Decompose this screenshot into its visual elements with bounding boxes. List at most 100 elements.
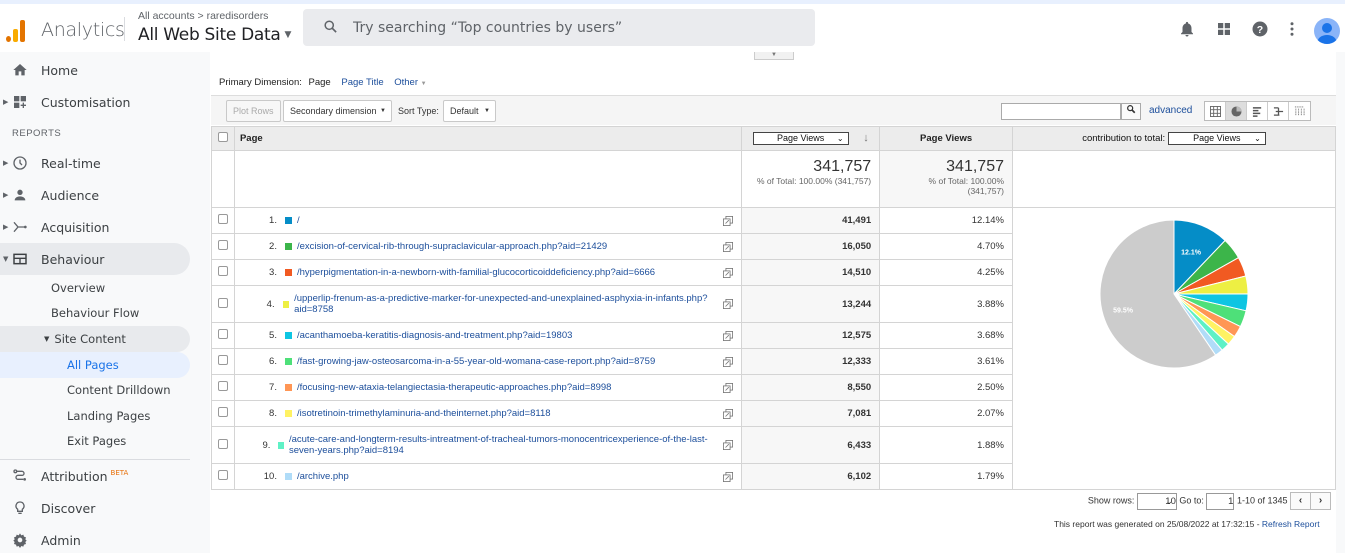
row-checkbox[interactable] — [217, 355, 228, 365]
page-link[interactable]: /isotretinoin-trimethylaminuria-and-thei… — [297, 408, 551, 419]
metric-select[interactable]: Page Views ⌄ — [752, 132, 849, 145]
sidebar-item-site-content[interactable]: ▼ Site Content — [0, 326, 190, 352]
sidebar-item-discover[interactable]: Discover — [0, 492, 190, 524]
row-checkbox[interactable] — [217, 381, 228, 391]
sort-desc-arrow-icon[interactable]: ↓ — [863, 132, 869, 144]
open-page-icon[interactable] — [723, 215, 734, 226]
secondary-dimension-dropdown[interactable]: Secondary dimension ▼ — [283, 100, 392, 122]
page-link[interactable]: /hyperpigmentation-in-a-newborn-with-fam… — [297, 267, 655, 278]
search-input[interactable] — [353, 17, 793, 39]
pie-view-button[interactable] — [1226, 102, 1247, 120]
open-page-icon[interactable] — [723, 299, 734, 309]
table-view-button[interactable] — [1205, 102, 1226, 120]
contribution-select[interactable]: Page Views ⌄ — [1167, 132, 1266, 145]
apps-grid-icon[interactable] — [1215, 20, 1233, 38]
open-page-icon[interactable] — [723, 471, 734, 482]
advanced-filter-link[interactable]: advanced — [1149, 105, 1192, 116]
sidebar-item-admin[interactable]: Admin — [0, 524, 190, 556]
collapse-chart-button[interactable]: ▼ — [754, 52, 794, 60]
analytics-logo[interactable] — [6, 20, 28, 42]
bell-icon[interactable] — [1178, 20, 1196, 38]
open-page-icon[interactable] — [723, 241, 734, 252]
sidebar-item-landing-pages[interactable]: Landing Pages — [0, 403, 190, 429]
pivot-view-button[interactable] — [1289, 102, 1310, 120]
table-filter-input[interactable] — [1001, 103, 1121, 120]
pageviews-value: 8,550 — [741, 374, 881, 401]
search-bar[interactable] — [303, 9, 815, 46]
page-link[interactable]: /acute-care-and-longterm-results-intreat… — [289, 434, 713, 456]
row-checkbox[interactable] — [217, 240, 228, 250]
total-percent: % of Total: 100.00% (341,757) — [756, 176, 872, 186]
goto-input[interactable]: 1 — [1206, 492, 1235, 510]
view-switcher — [1204, 101, 1311, 121]
page-link[interactable]: /excision-of-cervical-rib-through-suprac… — [297, 241, 607, 252]
page-link[interactable]: /fast-growing-jaw-osteosarcoma-in-a-55-y… — [297, 356, 655, 367]
next-page-button[interactable]: › — [1310, 492, 1331, 510]
pagination: Show rows: 10 ⌄ Go to: 1 1-10 of 1345 ‹ › — [1041, 492, 1331, 510]
sidebar-item-all-pages[interactable]: All Pages — [0, 352, 190, 378]
row-number: 6. — [269, 356, 277, 367]
sidebar-item-exit-pages[interactable]: Exit Pages — [0, 428, 190, 454]
open-page-icon[interactable] — [723, 440, 734, 450]
sidebar-item-content-drilldown[interactable]: Content Drilldown — [0, 377, 190, 403]
select-all-checkbox[interactable] — [217, 132, 228, 142]
select-all-cell — [211, 126, 235, 151]
top-bar: Analytics All accounts > raredisorders A… — [0, 0, 1345, 52]
page-link[interactable]: /acanthamoeba-keratitis-diagnosis-and-tr… — [297, 330, 572, 341]
row-checkbox[interactable] — [217, 470, 228, 480]
open-page-icon[interactable] — [723, 267, 734, 278]
divider — [124, 17, 125, 41]
person-icon — [1317, 23, 1337, 44]
sidebar-label: Audience — [41, 187, 100, 203]
page-column-header[interactable]: Page — [233, 126, 743, 151]
property-selector[interactable]: All Web Site Data ▼ — [138, 25, 291, 45]
row-checkbox[interactable] — [217, 407, 228, 417]
primary-dimension-page-title[interactable]: Page Title — [341, 77, 383, 88]
performance-view-button[interactable] — [1247, 102, 1268, 120]
page-link[interactable]: /upperlip-frenum-as-a-predictive-marker-… — [294, 293, 713, 315]
row-checkbox[interactable] — [217, 297, 228, 308]
comparison-view-button[interactable] — [1268, 102, 1289, 120]
chevron-down-icon: ⌄ — [1165, 495, 1173, 506]
show-rows-select[interactable]: 10 ⌄ — [1136, 492, 1177, 510]
account-avatar[interactable] — [1314, 18, 1340, 44]
total-percent-value: (341,757) — [967, 186, 1004, 196]
primary-dimension-page[interactable]: Page — [309, 77, 331, 88]
filter-search-button[interactable] — [1121, 103, 1141, 120]
open-page-icon[interactable] — [723, 382, 734, 393]
page-link[interactable]: /archive.php — [297, 471, 349, 482]
page-cell: 10. /archive.php — [233, 463, 743, 490]
sidebar-item-attribution[interactable]: Attribution BETA — [0, 460, 190, 492]
help-icon[interactable]: ? — [1251, 20, 1269, 38]
page-link[interactable]: /focusing-new-ataxia-telangiectasia-ther… — [297, 382, 612, 393]
pageviews-column-header[interactable]: Page Views — [879, 126, 1013, 151]
row-checkbox-cell — [211, 348, 235, 375]
plot-rows-button[interactable]: Plot Rows — [226, 100, 281, 122]
total-percent: % of Total: 100.00% — [928, 176, 1004, 186]
row-checkbox[interactable] — [217, 438, 228, 449]
sidebar-item-home[interactable]: Home — [0, 54, 190, 86]
previous-page-button[interactable]: ‹ — [1290, 492, 1311, 510]
sort-type-dropdown[interactable]: Default ▼ — [443, 100, 496, 122]
row-checkbox[interactable] — [217, 329, 228, 339]
more-vert-icon[interactable] — [1283, 20, 1301, 38]
sidebar-item-behaviour-flow[interactable]: Behaviour Flow — [0, 300, 190, 326]
sidebar-item-acquisition[interactable]: ▶ Acquisition — [0, 211, 190, 243]
sidebar-item-realtime[interactable]: ▶ Real-time — [0, 147, 190, 179]
sidebar-item-customisation[interactable]: ▶ Customisation — [0, 86, 190, 118]
refresh-report-link[interactable]: Refresh Report — [1262, 519, 1320, 529]
page-link[interactable]: / — [297, 215, 300, 226]
report-table: Page Page Views ⌄ ↓ Page Views contributi… — [211, 126, 1336, 490]
sidebar-item-behaviour[interactable]: ▼ Behaviour — [0, 243, 190, 275]
row-checkbox[interactable] — [217, 266, 228, 276]
row-checkbox[interactable] — [217, 214, 228, 224]
primary-dimension-other[interactable]: Other ▼ — [394, 77, 426, 88]
sidebar-item-overview[interactable]: Overview — [0, 275, 190, 301]
sidebar-item-audience[interactable]: ▶ Audience — [0, 179, 190, 211]
account-breadcrumb[interactable]: All accounts > raredisorders — [138, 10, 268, 22]
open-page-icon[interactable] — [723, 356, 734, 367]
pie-chart: 12.1% 59.5% — [1099, 219, 1249, 369]
row-number: 2. — [269, 241, 277, 252]
open-page-icon[interactable] — [723, 330, 734, 341]
open-page-icon[interactable] — [723, 408, 734, 419]
